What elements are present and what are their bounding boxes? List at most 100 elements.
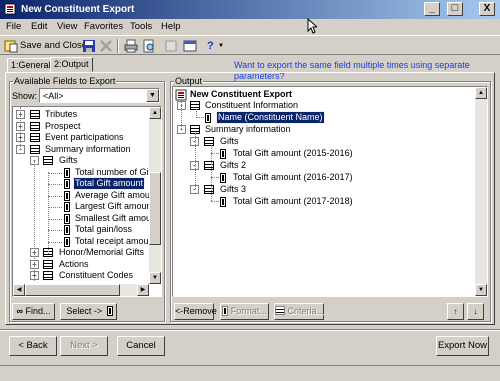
scroll-left-icon[interactable]: ◀ [13, 284, 25, 296]
tree-connector [48, 184, 62, 185]
available-field-row[interactable]: Total number of Gifts [13, 167, 161, 178]
tree-connector [48, 195, 62, 197]
help-button[interactable]: ? [207, 38, 214, 54]
output-field-row[interactable]: - Gifts 3 [173, 184, 487, 195]
available-fields-title: Available Fields to Export [13, 76, 117, 86]
scroll-up-icon[interactable]: ▲ [475, 87, 487, 99]
maximize-button[interactable]: □ [447, 2, 463, 16]
available-field-row[interactable]: Total Gift amount [13, 177, 161, 190]
export-now-button[interactable]: Export Now [436, 336, 489, 356]
available-field-row[interactable]: - Summary information [13, 144, 161, 155]
close-button[interactable]: X [479, 2, 495, 16]
show-dropdown[interactable]: <All> ▼ [39, 88, 160, 103]
save-close-icon [4, 40, 18, 53]
menu-edit[interactable]: Edit [31, 20, 47, 33]
available-horizontal-scrollbar[interactable]: ◀ ▶ [13, 284, 149, 296]
find-button[interactable]: ∞ Find... [12, 303, 55, 320]
available-fields-tree[interactable]: + Tributes + Prospect + Event participations -… [12, 106, 162, 297]
save-and-close-button[interactable]: Save and Close [20, 38, 87, 54]
app-icon [4, 3, 16, 15]
available-field-row[interactable]: - Gifts [13, 155, 161, 166]
output-field-row[interactable]: - Constituent Information [173, 100, 487, 111]
back-button[interactable]: < Back [9, 336, 57, 356]
available-field-row[interactable]: + Prospect [13, 121, 161, 132]
print-icon[interactable] [124, 39, 138, 53]
tree-connector [181, 99, 182, 129]
field-icon [64, 213, 70, 224]
tree-connector [48, 172, 62, 174]
output-root-row[interactable]: New Constituent Export [173, 89, 487, 101]
scroll-up-icon[interactable]: ▲ [149, 107, 161, 119]
output-field-label: Summary information [205, 124, 291, 134]
scroll-thumb-horizontal[interactable] [25, 284, 120, 296]
tree-connector [20, 107, 21, 149]
menu-view[interactable]: View [57, 20, 77, 33]
available-field-row[interactable]: + Honor/Memorial Gifts [13, 247, 161, 258]
available-field-label: Honor/Memorial Gifts [59, 247, 145, 257]
output-field-row[interactable]: Total Gift amount (2015-2016) [173, 148, 487, 159]
available-field-label: Largest Gift amount [75, 201, 155, 211]
tree-connector [195, 133, 196, 189]
select-button[interactable]: Select -> [60, 303, 117, 320]
delete-icon[interactable] [99, 39, 113, 53]
scroll-down-icon[interactable]: ▼ [475, 284, 487, 296]
toolbar: Save and Close ? ▼ [0, 35, 500, 55]
tree-connector [48, 230, 62, 231]
available-field-row[interactable]: + Actions [13, 259, 161, 270]
tab-general[interactable]: 1:General [7, 58, 55, 72]
menu-tools[interactable]: Tools [130, 20, 152, 33]
table-icon [204, 137, 214, 146]
cancel-button[interactable]: Cancel [117, 336, 165, 356]
format-button[interactable]: Format... [220, 303, 269, 320]
available-field-row[interactable]: Total receipt amount [13, 236, 161, 247]
available-field-row[interactable]: Smallest Gift amount [13, 213, 161, 224]
available-field-row[interactable]: + Event participations [13, 132, 161, 143]
output-tree[interactable]: New Constituent Export - Constituent Infor… [172, 86, 488, 297]
table-icon [30, 133, 40, 142]
output-field-row[interactable]: Name (Constituent Name) [173, 111, 487, 124]
available-field-label: Tributes [45, 109, 78, 119]
available-field-row[interactable]: Total gain/loss [13, 224, 161, 235]
scroll-thumb[interactable] [149, 172, 161, 245]
output-field-row[interactable]: - Gifts 2 [173, 160, 487, 171]
available-field-row[interactable]: Average Gift amount [13, 190, 161, 201]
field-icon [64, 190, 70, 201]
criteria-button[interactable]: Criteria... [274, 303, 324, 320]
scroll-down-icon[interactable]: ▼ [149, 272, 161, 284]
help-dropdown-icon[interactable]: ▼ [218, 38, 224, 54]
export-icon[interactable] [164, 39, 178, 53]
save-icon[interactable] [82, 39, 96, 53]
output-field-label: Gifts [220, 136, 239, 146]
next-button[interactable]: Next > [60, 336, 108, 356]
menu-help[interactable]: Help [161, 20, 181, 33]
field-icon [64, 225, 70, 235]
mouse-cursor-icon [307, 18, 317, 34]
footer-divider [0, 329, 500, 331]
output-field-row[interactable]: Total Gift amount (2017-2018) [173, 196, 487, 207]
menu-file[interactable]: File [6, 20, 21, 33]
output-field-row[interactable]: - Summary information [173, 124, 487, 135]
menu-favorites[interactable]: Favorites [84, 20, 123, 33]
title-bar[interactable]: New Constituent Export _ □ X [0, 0, 500, 19]
move-up-button[interactable]: ↑ [447, 303, 464, 320]
scroll-right-icon[interactable]: ▶ [137, 284, 149, 296]
move-down-button[interactable]: ↓ [467, 303, 484, 320]
output-field-row[interactable]: - Gifts [173, 136, 487, 147]
output-field-label: Name (Constituent Name) [216, 111, 325, 124]
available-field-label: Total Gift amount [72, 177, 146, 190]
output-vertical-scrollbar[interactable]: ▲ ▼ [475, 87, 487, 296]
output-field-row[interactable]: Total Gift amount (2016-2017) [173, 172, 487, 183]
available-field-row[interactable]: Largest Gift amount [13, 201, 161, 212]
show-label: Show: [12, 91, 38, 101]
minimize-button[interactable]: _ [424, 2, 440, 16]
available-field-label: Gifts [59, 155, 78, 165]
output-field-label: Constituent Information [205, 100, 299, 110]
remove-button[interactable]: <-Remove [174, 303, 217, 320]
available-field-row[interactable]: + Tributes [13, 109, 161, 120]
preview-icon[interactable] [142, 39, 156, 53]
properties-icon[interactable] [183, 39, 197, 53]
chevron-down-icon[interactable]: ▼ [146, 89, 159, 102]
available-field-row[interactable]: + Constituent Codes [13, 270, 161, 281]
tab-output[interactable]: 2:Output [50, 57, 93, 72]
available-vertical-scrollbar[interactable]: ▲ ▼ [149, 107, 161, 284]
